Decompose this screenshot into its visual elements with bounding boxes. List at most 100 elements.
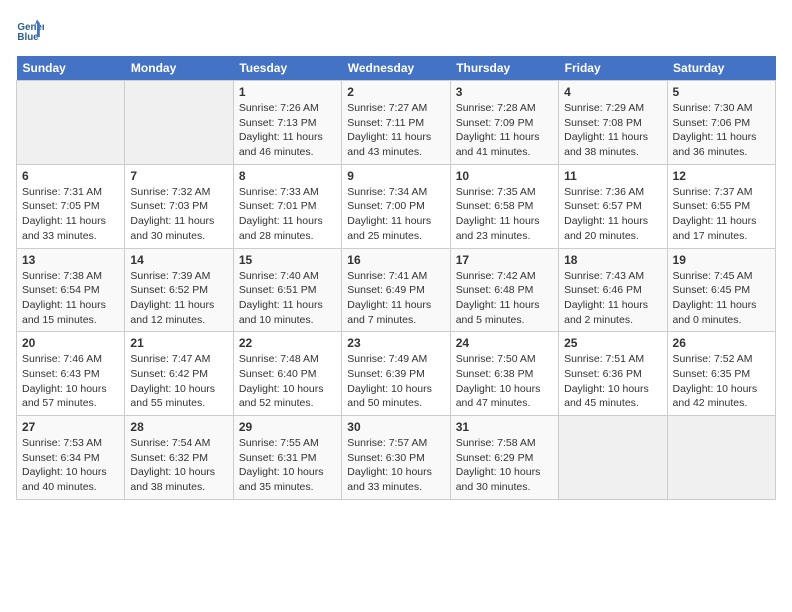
day-info: Sunrise: 7:55 AM Sunset: 6:31 PM Dayligh…	[239, 436, 336, 495]
calendar-cell: 21 Sunrise: 7:47 AM Sunset: 6:42 PM Dayli…	[125, 332, 233, 416]
calendar-cell: 5 Sunrise: 7:30 AM Sunset: 7:06 PM Daylig…	[667, 81, 775, 165]
calendar-cell: 2 Sunrise: 7:27 AM Sunset: 7:11 PM Daylig…	[342, 81, 450, 165]
day-number: 7	[130, 169, 227, 183]
calendar-cell: 24 Sunrise: 7:50 AM Sunset: 6:38 PM Dayli…	[450, 332, 558, 416]
day-info: Sunrise: 7:27 AM Sunset: 7:11 PM Dayligh…	[347, 101, 444, 160]
day-info: Sunrise: 7:58 AM Sunset: 6:29 PM Dayligh…	[456, 436, 553, 495]
calendar-cell: 11 Sunrise: 7:36 AM Sunset: 6:57 PM Dayli…	[559, 164, 667, 248]
calendar-week-row: 20 Sunrise: 7:46 AM Sunset: 6:43 PM Dayli…	[17, 332, 776, 416]
calendar-cell	[667, 416, 775, 500]
calendar-cell	[17, 81, 125, 165]
calendar-cell: 4 Sunrise: 7:29 AM Sunset: 7:08 PM Daylig…	[559, 81, 667, 165]
day-info: Sunrise: 7:54 AM Sunset: 6:32 PM Dayligh…	[130, 436, 227, 495]
day-info: Sunrise: 7:26 AM Sunset: 7:13 PM Dayligh…	[239, 101, 336, 160]
calendar-cell: 7Sunrise: 7:32 AM Sunset: 7:03 PM Daylig…	[125, 164, 233, 248]
day-info: Sunrise: 7:39 AM Sunset: 6:52 PM Dayligh…	[130, 269, 227, 328]
day-info: Sunrise: 7:51 AM Sunset: 6:36 PM Dayligh…	[564, 352, 661, 411]
day-info: Sunrise: 7:35 AM Sunset: 6:58 PM Dayligh…	[456, 185, 553, 244]
day-info: Sunrise: 7:52 AM Sunset: 6:35 PM Dayligh…	[673, 352, 770, 411]
day-info: Sunrise: 7:30 AM Sunset: 7:06 PM Dayligh…	[673, 101, 770, 160]
day-number: 11	[564, 169, 661, 183]
day-number: 15	[239, 253, 336, 267]
calendar-cell: 29Sunrise: 7:55 AM Sunset: 6:31 PM Dayli…	[233, 416, 341, 500]
day-number: 19	[673, 253, 770, 267]
day-number: 31	[456, 420, 553, 434]
day-number: 4	[564, 85, 661, 99]
logo: General Blue	[16, 16, 48, 44]
day-info: Sunrise: 7:53 AM Sunset: 6:34 PM Dayligh…	[22, 436, 119, 495]
weekday-header: Sunday	[17, 56, 125, 81]
calendar-cell: 30Sunrise: 7:57 AM Sunset: 6:30 PM Dayli…	[342, 416, 450, 500]
day-info: Sunrise: 7:49 AM Sunset: 6:39 PM Dayligh…	[347, 352, 444, 411]
calendar-week-row: 27Sunrise: 7:53 AM Sunset: 6:34 PM Dayli…	[17, 416, 776, 500]
day-number: 2	[347, 85, 444, 99]
day-info: Sunrise: 7:42 AM Sunset: 6:48 PM Dayligh…	[456, 269, 553, 328]
calendar-cell: 31 Sunrise: 7:58 AM Sunset: 6:29 PM Dayli…	[450, 416, 558, 500]
day-number: 23	[347, 336, 444, 350]
day-info: Sunrise: 7:48 AM Sunset: 6:40 PM Dayligh…	[239, 352, 336, 411]
day-info: Sunrise: 7:33 AM Sunset: 7:01 PM Dayligh…	[239, 185, 336, 244]
day-info: Sunrise: 7:34 AM Sunset: 7:00 PM Dayligh…	[347, 185, 444, 244]
calendar-cell: 22 Sunrise: 7:48 AM Sunset: 6:40 PM Dayli…	[233, 332, 341, 416]
calendar-cell: 9 Sunrise: 7:34 AM Sunset: 7:00 PM Daylig…	[342, 164, 450, 248]
day-info: Sunrise: 7:28 AM Sunset: 7:09 PM Dayligh…	[456, 101, 553, 160]
calendar-week-row: 6Sunrise: 7:31 AM Sunset: 7:05 PM Daylig…	[17, 164, 776, 248]
day-info: Sunrise: 7:50 AM Sunset: 6:38 PM Dayligh…	[456, 352, 553, 411]
day-number: 9	[347, 169, 444, 183]
calendar-cell: 10Sunrise: 7:35 AM Sunset: 6:58 PM Dayli…	[450, 164, 558, 248]
day-number: 28	[130, 420, 227, 434]
day-number: 17	[456, 253, 553, 267]
day-info: Sunrise: 7:29 AM Sunset: 7:08 PM Dayligh…	[564, 101, 661, 160]
day-info: Sunrise: 7:46 AM Sunset: 6:43 PM Dayligh…	[22, 352, 119, 411]
calendar-cell: 14Sunrise: 7:39 AM Sunset: 6:52 PM Dayli…	[125, 248, 233, 332]
day-number: 24	[456, 336, 553, 350]
day-number: 26	[673, 336, 770, 350]
day-info: Sunrise: 7:41 AM Sunset: 6:49 PM Dayligh…	[347, 269, 444, 328]
day-info: Sunrise: 7:40 AM Sunset: 6:51 PM Dayligh…	[239, 269, 336, 328]
day-number: 25	[564, 336, 661, 350]
day-number: 13	[22, 253, 119, 267]
logo-icon: General Blue	[16, 16, 44, 44]
calendar-cell: 12 Sunrise: 7:37 AM Sunset: 6:55 PM Dayli…	[667, 164, 775, 248]
weekday-header: Thursday	[450, 56, 558, 81]
calendar-cell: 23 Sunrise: 7:49 AM Sunset: 6:39 PM Dayli…	[342, 332, 450, 416]
weekday-header: Wednesday	[342, 56, 450, 81]
day-number: 5	[673, 85, 770, 99]
calendar-week-row: 1 Sunrise: 7:26 AM Sunset: 7:13 PM Daylig…	[17, 81, 776, 165]
calendar-cell: 6Sunrise: 7:31 AM Sunset: 7:05 PM Daylig…	[17, 164, 125, 248]
weekday-header: Tuesday	[233, 56, 341, 81]
day-number: 6	[22, 169, 119, 183]
calendar-cell: 15 Sunrise: 7:40 AM Sunset: 6:51 PM Dayli…	[233, 248, 341, 332]
calendar-cell: 18Sunrise: 7:43 AM Sunset: 6:46 PM Dayli…	[559, 248, 667, 332]
calendar-cell	[559, 416, 667, 500]
calendar-cell: 3 Sunrise: 7:28 AM Sunset: 7:09 PM Daylig…	[450, 81, 558, 165]
day-info: Sunrise: 7:47 AM Sunset: 6:42 PM Dayligh…	[130, 352, 227, 411]
day-number: 16	[347, 253, 444, 267]
weekday-header: Friday	[559, 56, 667, 81]
svg-text:Blue: Blue	[17, 32, 39, 43]
day-info: Sunrise: 7:37 AM Sunset: 6:55 PM Dayligh…	[673, 185, 770, 244]
day-number: 8	[239, 169, 336, 183]
day-info: Sunrise: 7:38 AM Sunset: 6:54 PM Dayligh…	[22, 269, 119, 328]
day-number: 18	[564, 253, 661, 267]
calendar-table: SundayMondayTuesdayWednesdayThursdayFrid…	[16, 56, 776, 500]
calendar-cell	[125, 81, 233, 165]
day-number: 21	[130, 336, 227, 350]
day-number: 1	[239, 85, 336, 99]
page-header: General Blue	[16, 16, 776, 44]
calendar-cell: 27Sunrise: 7:53 AM Sunset: 6:34 PM Dayli…	[17, 416, 125, 500]
day-info: Sunrise: 7:57 AM Sunset: 6:30 PM Dayligh…	[347, 436, 444, 495]
day-number: 22	[239, 336, 336, 350]
calendar-week-row: 13 Sunrise: 7:38 AM Sunset: 6:54 PM Dayli…	[17, 248, 776, 332]
calendar-cell: 26 Sunrise: 7:52 AM Sunset: 6:35 PM Dayli…	[667, 332, 775, 416]
calendar-cell: 28 Sunrise: 7:54 AM Sunset: 6:32 PM Dayli…	[125, 416, 233, 500]
day-number: 20	[22, 336, 119, 350]
day-info: Sunrise: 7:36 AM Sunset: 6:57 PM Dayligh…	[564, 185, 661, 244]
calendar-cell: 13 Sunrise: 7:38 AM Sunset: 6:54 PM Dayli…	[17, 248, 125, 332]
weekday-header: Monday	[125, 56, 233, 81]
weekday-header: Saturday	[667, 56, 775, 81]
day-number: 3	[456, 85, 553, 99]
day-number: 12	[673, 169, 770, 183]
day-info: Sunrise: 7:45 AM Sunset: 6:45 PM Dayligh…	[673, 269, 770, 328]
weekday-header-row: SundayMondayTuesdayWednesdayThursdayFrid…	[17, 56, 776, 81]
